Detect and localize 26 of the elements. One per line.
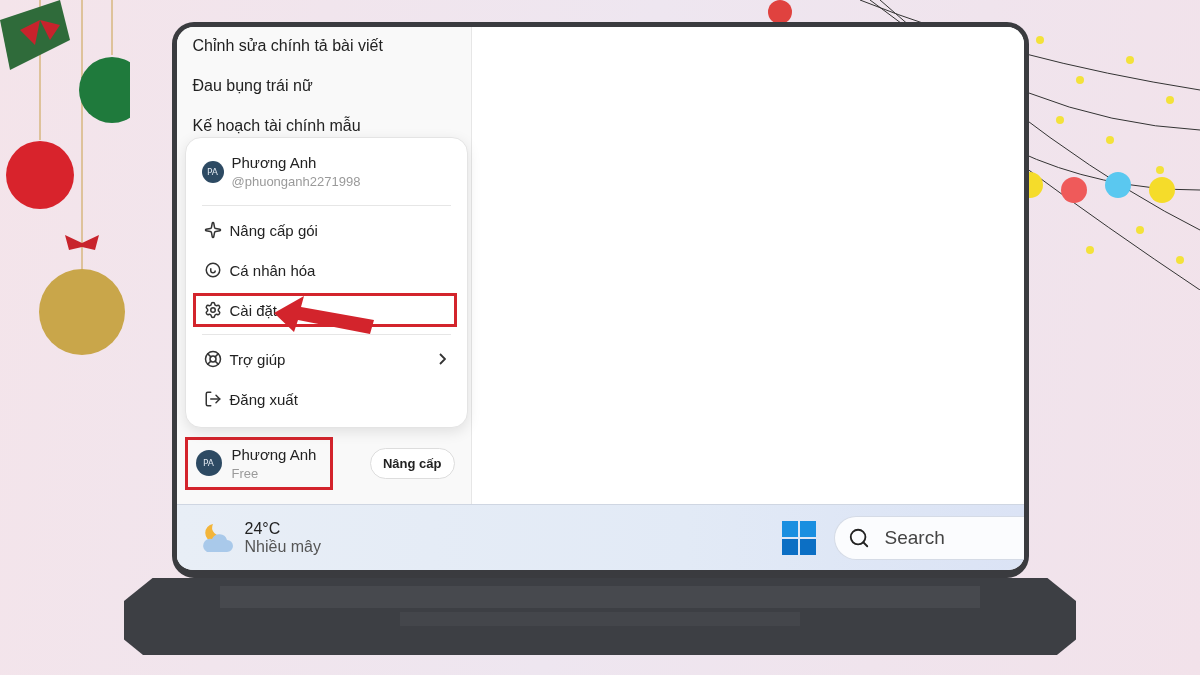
search-field[interactable]: Search [833, 515, 1024, 560]
windows-logo-icon[interactable] [781, 520, 816, 555]
chevron-right-icon [438, 353, 446, 365]
logout-icon [203, 390, 222, 408]
user-name: Phương Anh [231, 445, 317, 463]
settings-icon [203, 301, 222, 319]
chat-history-item[interactable]: Đau bụng trái nữ [184, 73, 463, 113]
menu-item[interactable]: Cá nhân hóa [192, 253, 457, 287]
lifebuoy-icon [203, 350, 222, 368]
menu-item[interactable]: Trợ giúp [192, 342, 457, 376]
menu-item[interactable]: Nâng cấp gói [192, 213, 457, 247]
temperature: 24°C [244, 519, 282, 538]
plan-label: Free [231, 465, 260, 481]
avatar: PA [201, 160, 224, 183]
menu-item[interactable]: Cài đặt [192, 293, 457, 327]
sparkle-icon [203, 221, 222, 239]
chat-history-item[interactable]: Chỉnh sửa chính tả bài viết [184, 33, 463, 73]
avatar: PA [195, 450, 222, 476]
user-handle: @phuonganh2271998 [231, 174, 361, 189]
weather-label: Nhiều mây [244, 537, 321, 556]
upgrade-button[interactable]: Nâng cấp [370, 447, 455, 479]
search-icon [847, 526, 870, 549]
menu-item[interactable]: Đăng xuất [192, 382, 457, 416]
user-profile[interactable]: PA Phương Anh Free [184, 436, 334, 490]
smile-circle-icon [203, 261, 222, 279]
user-name: Phương Anh [231, 154, 318, 171]
